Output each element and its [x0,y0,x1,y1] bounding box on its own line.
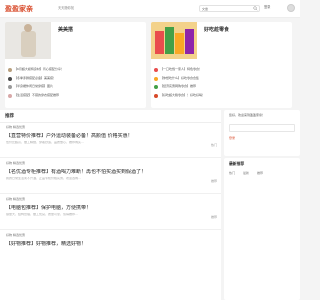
post-divider [0,157,221,158]
tag-hot[interactable]: 热门 [229,171,235,176]
post-actions[interactable]: 推荐 [211,179,217,184]
card-item[interactable]: 【好吃超大箱零食】！好吃好喝！ [154,92,289,101]
welcome-panel: 您好，欢迎来到盈盈家亲！ 登录 [224,110,300,156]
item-dot-icon [154,93,158,98]
card-thumbnail-image [151,22,197,59]
card-item-label: 【经济实惠网购零食】推荐 [160,84,197,89]
feed-title: 推荐 [5,114,14,119]
item-dot-icon [154,76,158,81]
feed-post[interactable]: 好物 精选优惠 【好物推荐】好物推荐，精选好物！ [6,233,218,258]
feed-post[interactable]: 好物 精选优惠 【名优酒专柜推荐】有酒喝力难断！再也不怕买酒买到假酒了！ 我的日… [0,161,221,194]
post-title[interactable]: 【好物推荐】好物推荐，精选好物！ [6,241,218,249]
welcome-text: 您好，欢迎来到盈盈家亲！ [229,113,266,117]
login-prompt-link[interactable]: 登录 [229,136,235,141]
item-dot-icon [8,68,12,73]
card-header: 好吃趁零食 [151,22,292,59]
panel-title: 最新推荐 [229,161,245,166]
category-card-fashion[interactable]: 美美搭 【6月超大模特身材】背心搭配分享！ 【冬季赤膊搭配必备】美美搭！ 【半身… [5,22,146,108]
post-excerpt: 我的日常生活离不开酒，正品专柜价格实惠，欢迎选购... [6,177,81,180]
search-input[interactable] [201,6,251,11]
recommendation-feed: 推荐 好物 精选优惠 【直营特价推荐】户外运动装备必备！高颜值 价格实惠！ 性价… [0,110,221,300]
card-item-label: 【好吃超大箱零食】！好吃好喝！ [160,92,206,97]
card-item-list: 【6月超大模特身材】背心搭配分享！ 【冬季赤膊搭配必备】美美搭！ 【半身裙休闲日… [8,66,143,100]
post-excerpt: 容量大，结构合理，做工优良，质量可靠，值得推荐... [6,213,78,216]
site-tagline: 天天随你找 [58,6,74,10]
item-dot-icon [154,85,158,90]
login-link[interactable]: 登录 [264,5,270,10]
post-meta: 好物 精选优惠 [6,161,25,165]
item-dot-icon [154,68,158,73]
post-excerpt [6,249,218,258]
card-item[interactable]: 【生活搭配】不错的穿衣搭配推荐 [8,92,143,101]
card-title: 美美搭 [58,27,74,33]
card-item[interactable]: 【半身裙休闲日常穿搭】图片 [8,83,143,92]
post-meta: 好物 精选优惠 [6,197,25,201]
latest-panel: 最新推荐 热门 最新 推荐 [224,158,300,300]
card-item-list: 【一口吃饱一家人】特色零食！ 【你想吃什么】好吃零食合集 【经济实惠网购零食】推… [154,66,289,100]
feed-divider [0,122,221,123]
site-logo[interactable]: 盈盈家亲 [5,5,33,13]
card-item-label: 【你想吃什么】好吃零食合集 [160,75,200,80]
post-title[interactable]: 【电脑包推荐】保护电脑，方便携带！ [6,205,218,213]
card-item[interactable]: 【经济实惠网购零食】推荐 [154,83,289,92]
search-icon[interactable] [253,6,258,11]
card-item-label: 【半身裙休闲日常穿搭】图片 [14,84,54,89]
card-item[interactable]: 【6月超大模特身材】背心搭配分享！ [8,66,143,75]
card-item[interactable]: 【冬季赤膊搭配必备】美美搭！ [8,75,143,84]
card-item-label: 【冬季赤膊搭配必备】美美搭！ [14,75,57,80]
feed-post[interactable]: 好物 精选优惠 【电脑包推荐】保护电脑，方便携带！ 容量大，结构合理，做工优良，… [0,197,221,230]
post-actions[interactable]: 热门 [211,143,217,148]
avatar[interactable] [287,4,295,12]
card-item[interactable]: 【你想吃什么】好吃零食合集 [154,75,289,84]
card-header: 美美搭 [5,22,146,59]
post-title[interactable]: 【直营特价推荐】户外运动装备必备！高颜值 价格实惠！ [6,133,218,141]
search-box[interactable] [199,5,260,12]
item-dot-icon [8,76,12,81]
tag-new[interactable]: 最新 [243,171,249,176]
post-excerpt: 性价比超高，做工精细，穿着舒适，品质放心，推荐购买... [6,141,84,144]
login-field[interactable] [229,124,295,132]
tag-recommended[interactable]: 推荐 [257,171,263,176]
card-item[interactable]: 【一口吃饱一家人】特色零食！ [154,66,289,75]
post-meta: 好物 精选优惠 [6,125,25,129]
card-title: 好吃趁零食 [204,27,230,33]
post-title[interactable]: 【名优酒专柜推荐】有酒喝力难断！再也不怕买酒买到假酒了！ [6,169,218,177]
card-item-label: 【生活搭配】不错的穿衣搭配推荐 [14,92,60,97]
post-divider [0,229,221,230]
card-item-label: 【一口吃饱一家人】特色零食！ [160,67,203,72]
category-card-snacks[interactable]: 好吃趁零食 【一口吃饱一家人】特色零食！ 【你想吃什么】好吃零食合集 【经济实惠… [151,22,292,108]
item-dot-icon [8,85,12,90]
card-item-label: 【6月超大模特身材】背心搭配分享！ [14,67,64,72]
item-dot-icon [8,93,12,98]
post-meta: 好物 精选优惠 [6,233,25,237]
post-divider [0,193,221,194]
top-bar: 盈盈家亲 天天随你找 登录 [0,0,300,18]
feed-post[interactable]: 好物 精选优惠 【直营特价推荐】户外运动装备必备！高颜值 价格实惠！ 性价比超高… [0,125,221,158]
post-actions[interactable]: 推荐 [211,215,217,220]
card-thumbnail-image [5,22,51,59]
